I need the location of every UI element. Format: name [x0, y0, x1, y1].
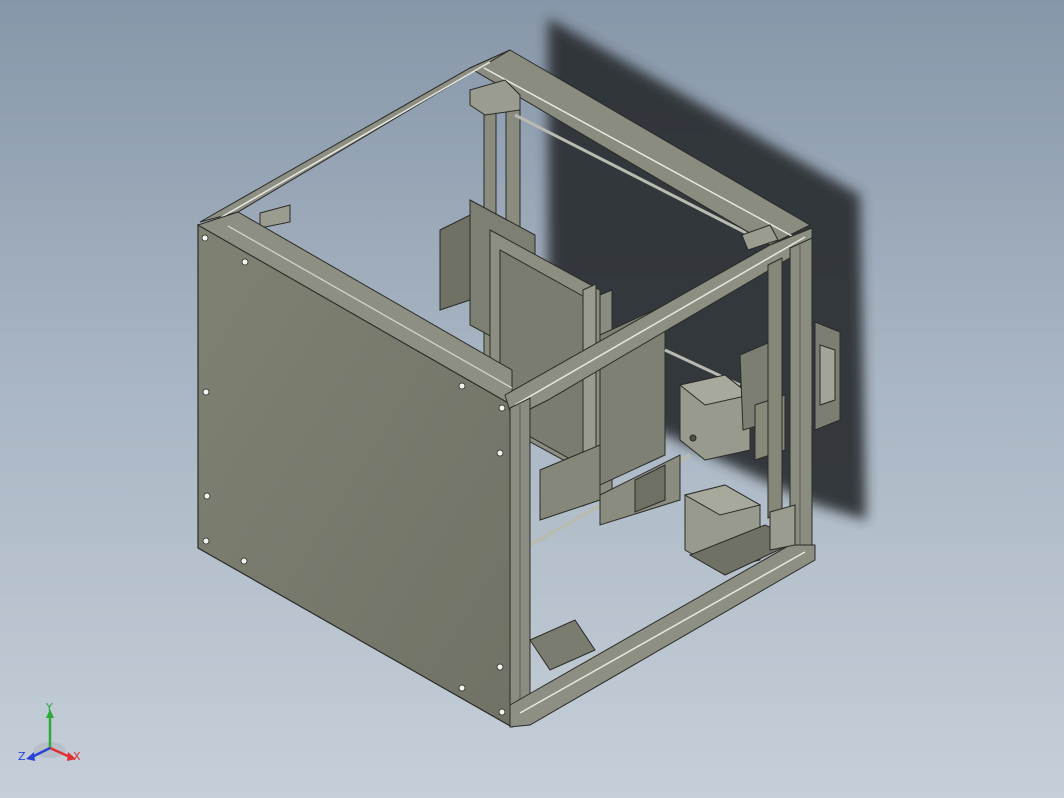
x-axis-label: X	[73, 750, 81, 763]
cad-viewport[interactable]: Y X Z	[0, 0, 1064, 798]
top-rail-left[interactable]	[199, 49, 511, 223]
z-axis-label: Z	[18, 750, 26, 763]
corner-bracket-bottom-right	[769, 504, 796, 551]
y-axis-label: Y	[45, 701, 53, 714]
clip-left	[259, 204, 291, 229]
